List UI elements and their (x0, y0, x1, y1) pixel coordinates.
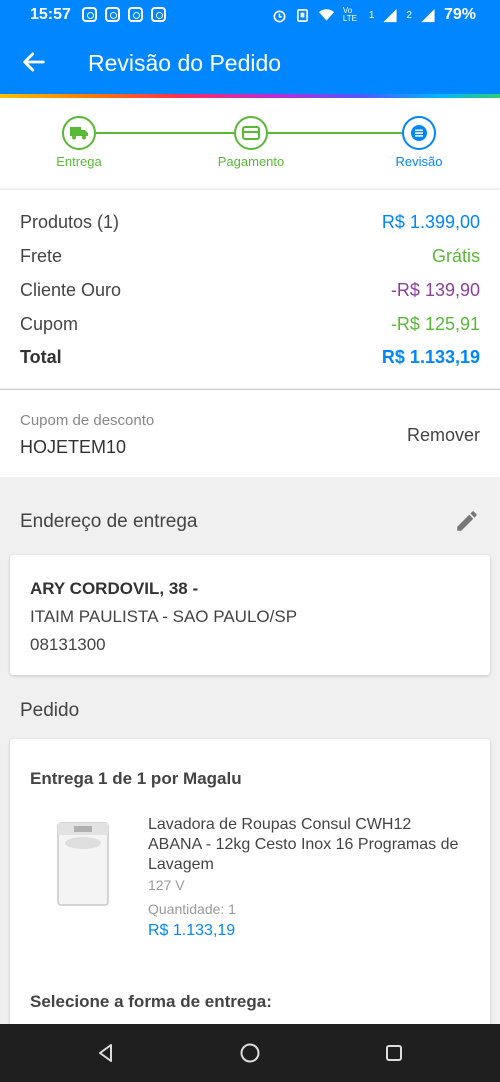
step-label-pagamento: Pagamento (217, 154, 285, 169)
product-name[interactable]: Lavadora de Roupas Consul CWH12 ABANA - … (148, 815, 468, 875)
summary-coupon-label: Cupom (20, 314, 79, 334)
page-title: Revisão do Pedido (88, 50, 282, 76)
summary-products-row: Produtos (1) R$ 1.399,00 (20, 212, 480, 233)
card-icon (242, 126, 260, 140)
product-quantity: Quantidade: 1 (148, 901, 236, 917)
summary-gold-label: Cliente Ouro (20, 280, 122, 300)
summary-products-label: Produtos (1) (20, 212, 120, 232)
coupon-section: Cupom de desconto HOJETEM10 Remover (0, 389, 500, 477)
summary-total-label: Total (20, 347, 62, 367)
signal-icon (421, 8, 435, 22)
network-1-label: 1 (368, 9, 375, 21)
instagram-icon (128, 7, 143, 22)
coupon-code: HOJETEM10 (20, 437, 127, 457)
product-voltage: 127 V (148, 877, 185, 893)
vibrate-icon (296, 8, 308, 22)
summary-gold-value: -R$ 139,90 (390, 280, 480, 300)
step-revisao[interactable] (402, 116, 436, 150)
summary-coupon-value: -R$ 125,91 (390, 314, 480, 334)
nav-home-icon[interactable] (238, 1041, 262, 1065)
checkout-stepper: Entrega Pagamento Revisão (0, 98, 500, 188)
app-bar: Revisão do Pedido (0, 30, 500, 94)
address-section-title: Endereço de entrega (20, 511, 198, 532)
back-arrow-icon[interactable] (20, 48, 48, 76)
edit-pencil-icon[interactable] (454, 508, 480, 534)
order-summary: Produtos (1) R$ 1.399,00 Frete Grátis Cl… (0, 190, 500, 388)
status-icons: Vo LTE 1 2 79% (272, 6, 476, 24)
network-2-label: 2 (406, 9, 412, 21)
signal-icon (383, 8, 397, 22)
washing-machine-image (57, 822, 109, 906)
summary-products-value: R$ 1.399,00 (381, 212, 480, 232)
truck-icon (70, 127, 88, 140)
step-connector (96, 132, 234, 134)
summary-total-value: R$ 1.133,19 (381, 347, 480, 367)
alarm-icon (273, 9, 286, 22)
clock: 15:57 (30, 6, 71, 23)
address-street: ARY CORDOVIL, 38 - (30, 579, 199, 598)
address-card[interactable]: ARY CORDOVIL, 38 - ITAIM PAULISTA - SAO … (10, 555, 490, 675)
summary-gold-row: Cliente Ouro -R$ 139,90 (20, 280, 480, 301)
list-icon (411, 125, 427, 141)
select-delivery-label: Selecione a forma de entrega: (30, 992, 272, 1011)
summary-coupon-row: Cupom -R$ 125,91 (20, 314, 480, 335)
product-price: R$ 1.133,19 (148, 922, 236, 939)
instagram-icon (82, 7, 97, 22)
coupon-label: Cupom de desconto (20, 412, 155, 429)
instagram-icon (151, 7, 166, 22)
delivery-title: Entrega 1 de 1 por Magalu (30, 769, 242, 788)
summary-shipping-label: Frete (20, 246, 63, 266)
nav-back-icon[interactable] (94, 1041, 118, 1065)
order-section-title: Pedido (20, 700, 80, 721)
instagram-icon (105, 7, 120, 22)
summary-total-row: Total R$ 1.133,19 (20, 347, 480, 368)
remove-coupon-button[interactable]: Remover (407, 425, 480, 446)
volte-label: Vo LTE (342, 6, 357, 23)
address-city: ITAIM PAULISTA - SAO PAULO/SP (30, 607, 298, 626)
system-nav-bar (0, 1024, 500, 1082)
summary-shipping-row: Frete Grátis (20, 246, 480, 267)
step-label-entrega: Entrega (56, 154, 102, 169)
status-bar: 15:57 Vo LTE 1 2 79% (0, 0, 500, 30)
notification-icons (82, 7, 166, 22)
summary-shipping-value: Grátis (431, 246, 480, 266)
battery-level: 79% (443, 6, 476, 23)
step-entrega[interactable] (62, 116, 96, 150)
address-zip: 08131300 (30, 635, 106, 654)
nav-recents-icon[interactable] (382, 1041, 406, 1065)
step-connector (268, 132, 402, 134)
step-label-revisao: Revisão (395, 154, 443, 169)
wifi-icon (318, 9, 334, 21)
order-card: Entrega 1 de 1 por Magalu Lavadora de Ro… (10, 739, 490, 1039)
step-pagamento[interactable] (234, 116, 268, 150)
